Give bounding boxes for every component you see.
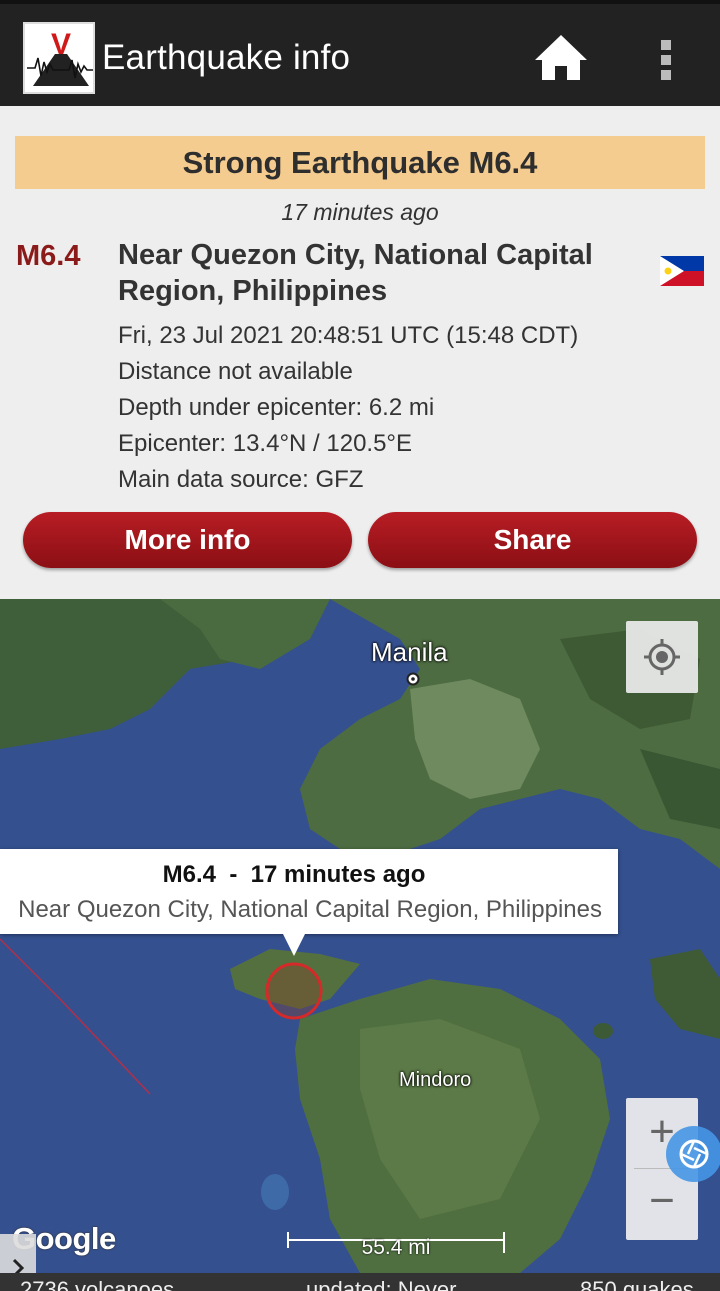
magnitude: M6.4 [16,240,81,272]
status-bar: 2736 volcanoes updated: Never 850 quakes [0,1273,720,1291]
philippines-flag-icon [660,256,704,286]
chevron-right-icon[interactable] [0,1234,36,1273]
quake-datetime: Fri, 23 Jul 2021 20:48:51 UTC (15:48 CDT… [118,322,579,349]
map-view[interactable]: Manila Mindoro M6.4 - 17 minutes ago Nea… [0,599,720,1273]
alert-banner: Strong Earthquake M6.4 [15,136,705,189]
logo-letter: V [51,28,71,61]
quake-depth: Depth under epicenter: 6.2 mi [118,394,435,421]
info-window-subtitle: Near Quezon City, National Capital Regio… [18,896,602,923]
quake-epicenter: Epicenter: 13.4°N / 120.5°E [118,430,413,457]
overflow-menu-icon[interactable] [652,34,682,84]
quake-distance: Distance not available [118,358,353,385]
volcano-logo-icon: V [23,22,95,94]
app-bar: V Earthquake info [0,0,720,106]
home-icon[interactable] [532,32,590,84]
share-button[interactable]: Share [368,512,697,568]
scale-label: 55.4 mi [361,1236,431,1259]
camera-shutter-icon[interactable] [666,1126,720,1182]
map-info-window[interactable]: M6.4 - 17 minutes ago Near Quezon City, … [0,849,618,956]
more-info-button[interactable]: More info [23,512,352,568]
update-status: updated: Never [306,1277,457,1291]
quake-source: Main data source: GFZ [118,466,364,493]
volcano-count: 2736 volcanoes [20,1277,175,1291]
info-window-title: M6.4 - 17 minutes ago [162,861,426,888]
app-title: Earthquake info [102,38,351,77]
map-terrain [0,599,720,1273]
quake-count: 850 quakes [580,1277,694,1291]
my-location-icon[interactable] [626,621,698,693]
map-label-manila: Manila [371,637,448,667]
map-label-mindoro: Mindoro [399,1069,472,1091]
app-root: V Earthquake info Strong Earthquake M6.4… [0,0,720,1291]
time-ago: 17 minutes ago [281,199,439,225]
epicenter-marker[interactable] [265,962,323,1020]
quake-location: Near Quezon City, National Capital Regio… [118,239,593,307]
